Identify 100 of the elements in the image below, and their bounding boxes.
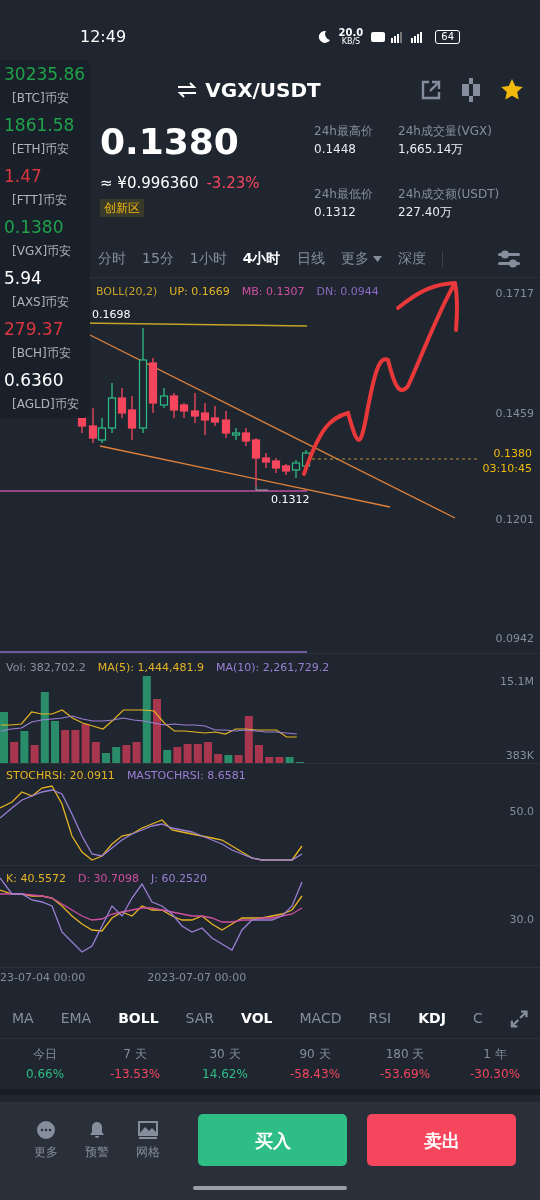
indicator-legend: MASTOCHRSI: 8.6581	[126, 768, 246, 785]
date-axis-label: 2023-07-07 00:00	[147, 970, 247, 987]
sell-button[interactable]: 卖出	[367, 1114, 516, 1166]
stat-value: 0.1312	[314, 204, 357, 221]
ticker-pair: [AGLD]币安	[11, 396, 79, 413]
indicator-tab[interactable]: C	[472, 1008, 483, 1029]
pair-title[interactable]: VGX/USDT	[205, 75, 321, 105]
interval-tab[interactable]: 分时	[98, 248, 126, 269]
period-change: 0.66%	[25, 1066, 65, 1083]
interval-tab[interactable]: 4小时	[242, 248, 281, 269]
ticker-price: 30235.86	[4, 63, 86, 86]
kdj-axis-label: 30.0	[509, 912, 534, 928]
buy-button[interactable]: 买入	[198, 1114, 348, 1166]
interval-tab[interactable]: 更多	[340, 248, 382, 269]
battery-indicator: 64	[435, 30, 460, 44]
indicator-tab[interactable]: RSI	[368, 1008, 392, 1029]
interval-tab[interactable]: 日线	[296, 248, 325, 269]
volume-bar	[214, 754, 223, 764]
volume-bar	[112, 747, 121, 764]
price-change: -3.23%	[206, 173, 260, 194]
indicator-legend: K: 40.5572	[6, 871, 66, 888]
moon-icon	[316, 30, 331, 44]
stochrsi-axis-label: 50.0	[509, 804, 534, 820]
period-change: 14.62%	[202, 1066, 248, 1083]
price-axis-label: 0.1717	[495, 286, 534, 302]
price-axis-label: 0.0942	[495, 631, 534, 648]
share-icon[interactable]	[420, 79, 442, 101]
fiat-price: ≈ ¥0.996360	[100, 173, 199, 194]
indicator-legend: MA(10): 2,261,729.2	[215, 660, 330, 677]
period-change: -13.53%	[109, 1066, 161, 1083]
indicator-tab[interactable]: MA	[12, 1008, 34, 1029]
ticker-pair: [AXS]币安	[11, 294, 70, 311]
high-price-label: 0.1698	[92, 307, 131, 323]
indicator-tab[interactable]: BOLL	[118, 1008, 159, 1029]
indicator-tab[interactable]: KDJ	[418, 1008, 446, 1029]
chart-icon	[137, 1119, 160, 1140]
volume-bar	[51, 721, 59, 764]
star-icon[interactable]	[500, 78, 524, 102]
volume-bar	[183, 744, 192, 764]
interval-tab[interactable]: 1小时	[189, 248, 227, 269]
leader-line	[255, 485, 269, 491]
toolbar-button[interactable]: 网格	[126, 1119, 171, 1161]
indicator-legend: STOCHRSI: 20.0911	[6, 768, 115, 785]
caret-icon	[372, 255, 382, 262]
indicator-legend: MB: 0.1307	[241, 284, 305, 301]
indicator-legend: MA(5): 1,444,481.9	[97, 660, 204, 677]
indicator-tab[interactable]: VOL	[241, 1008, 273, 1029]
stat-value: 227.40万	[398, 204, 453, 221]
volume-bar	[255, 745, 263, 764]
indicator-legend: D: 30.7098	[77, 871, 140, 888]
ticker-pair: [VGX]币安	[11, 243, 72, 260]
network-unit: KB/S	[341, 38, 361, 46]
last-price: 0.1380	[100, 120, 240, 164]
stat-label: 24h成交量(VGX)	[398, 123, 493, 140]
price-axis-label: 0.1201	[495, 511, 534, 528]
indicator-legend: BOLL(20,2)	[96, 284, 158, 301]
volume-bar	[0, 712, 8, 764]
toolbar-button[interactable]: 预警	[75, 1119, 119, 1161]
period-label: 今日	[33, 1046, 57, 1063]
volume-axis-label: 15.1M	[500, 674, 534, 690]
indicator-legend: J: 60.2520	[151, 871, 207, 888]
stat-value: 0.1448	[314, 141, 357, 158]
ticker-pair: [BCH]币安	[11, 345, 71, 362]
ticker-price: 5.94	[4, 267, 42, 290]
expand-icon[interactable]	[509, 1008, 528, 1029]
volume-bar	[163, 750, 172, 764]
volume-bar	[102, 753, 110, 764]
status-time: 12:49	[80, 26, 127, 48]
volume-bar	[224, 755, 233, 764]
ticker-pair: [FTT]币安	[11, 192, 67, 209]
network-speed: 20.0	[338, 28, 364, 38]
volume-bar	[122, 745, 131, 764]
indicator-tab[interactable]: MACD	[299, 1008, 342, 1029]
volume-bar	[173, 747, 182, 764]
period-label: 1 年	[483, 1046, 507, 1063]
interval-tab[interactable]: 15分	[142, 248, 174, 269]
period-label: 90 天	[299, 1046, 331, 1063]
interval-tab[interactable]: 深度	[397, 248, 426, 269]
more-icon	[35, 1119, 56, 1140]
period-label: 30 天	[209, 1046, 241, 1063]
stat-value: 1,665.14万	[398, 141, 465, 158]
volume-bar	[153, 699, 161, 764]
indicator-tab[interactable]: SAR	[185, 1008, 215, 1029]
volume-axis-label: 383K	[505, 748, 534, 764]
indicator-legend: Vol: 382,702.2	[6, 660, 86, 677]
ticker-price: 0.6360	[4, 369, 64, 392]
swap-icon[interactable]	[177, 82, 198, 98]
ticker-pair: [ETH]币安	[11, 141, 70, 158]
period-change: -30.30%	[469, 1066, 521, 1083]
volume-bar	[193, 744, 202, 764]
indicator-tab[interactable]: EMA	[60, 1008, 92, 1029]
toolbar-button[interactable]: 更多	[24, 1119, 68, 1161]
candle	[88, 407, 98, 444]
ticker-price: 279.37	[4, 318, 64, 341]
period-change: -53.69%	[379, 1066, 431, 1083]
volume-bar	[71, 730, 80, 764]
settings-icon[interactable]	[498, 248, 520, 269]
candlestick-icon[interactable]	[460, 78, 482, 102]
indicator-legend: DN: 0.0944	[316, 284, 379, 301]
period-change: -58.43%	[289, 1066, 341, 1083]
